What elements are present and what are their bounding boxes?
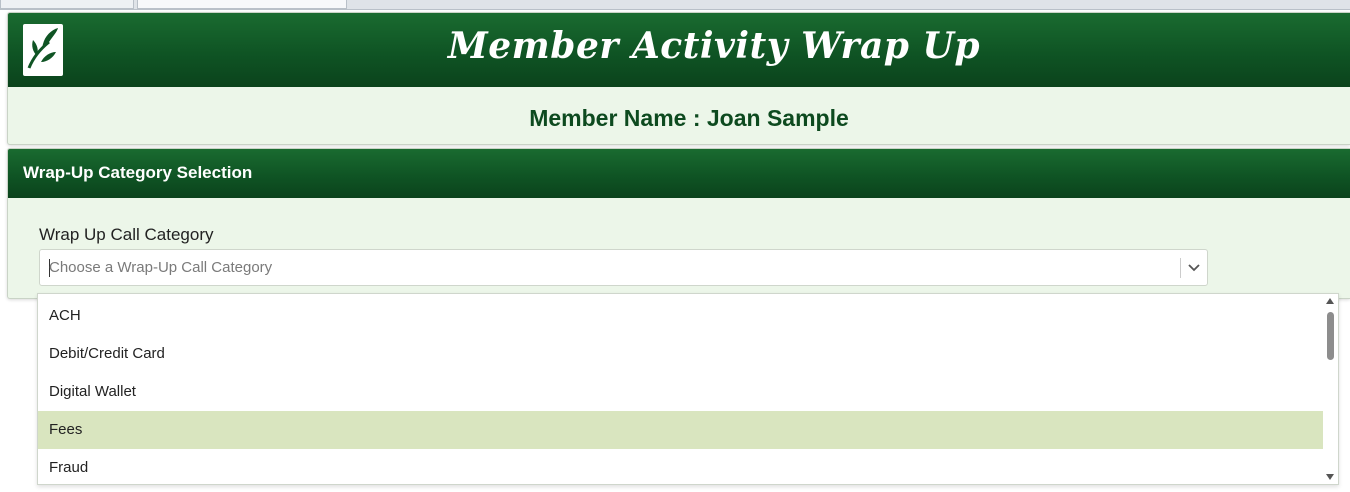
wrap-up-category-placeholder[interactable]: Choose a Wrap-Up Call Category: [49, 259, 272, 276]
dropdown-option-ach[interactable]: ACH: [38, 297, 1323, 335]
scroll-down-icon[interactable]: [1326, 474, 1334, 480]
browser-tab[interactable]: [0, 0, 134, 9]
app-header-bar: Member Activity Wrap Up: [8, 13, 1350, 87]
category-dropdown-list[interactable]: ACH Debit/Credit Card Digital Wallet Fee…: [37, 293, 1339, 485]
browser-tab-active[interactable]: [137, 0, 347, 9]
member-header-card: Member Activity Wrap Up Member Name : Jo…: [7, 12, 1350, 145]
wrap-up-category-select[interactable]: Choose a Wrap-Up Call Category: [39, 249, 1208, 286]
dropdown-option-fees[interactable]: Fees: [38, 411, 1323, 449]
dropdown-scrollbar[interactable]: [1323, 294, 1338, 484]
dropdown-option-fraud[interactable]: Fraud: [38, 449, 1323, 484]
select-divider: [1180, 258, 1181, 278]
wrap-up-category-label: Wrap Up Call Category: [39, 225, 214, 244]
member-name-label: Member Name : Joan Sample: [529, 105, 849, 131]
section-header: Wrap-Up Category Selection: [8, 149, 1350, 198]
dropdown-option-digital-wallet[interactable]: Digital Wallet: [38, 373, 1323, 411]
section-title: Wrap-Up Category Selection: [23, 163, 253, 182]
browser-tab-strip: [0, 0, 1350, 10]
scroll-up-icon[interactable]: [1326, 298, 1334, 304]
scrollbar-thumb[interactable]: [1327, 312, 1334, 360]
dropdown-option-debit-credit-card[interactable]: Debit/Credit Card: [38, 335, 1323, 373]
app-title: Member Activity Wrap Up: [447, 25, 981, 67]
wrap-up-category-panel: Wrap-Up Category Selection Wrap Up Call …: [7, 148, 1350, 299]
chevron-down-icon[interactable]: [1187, 261, 1201, 275]
